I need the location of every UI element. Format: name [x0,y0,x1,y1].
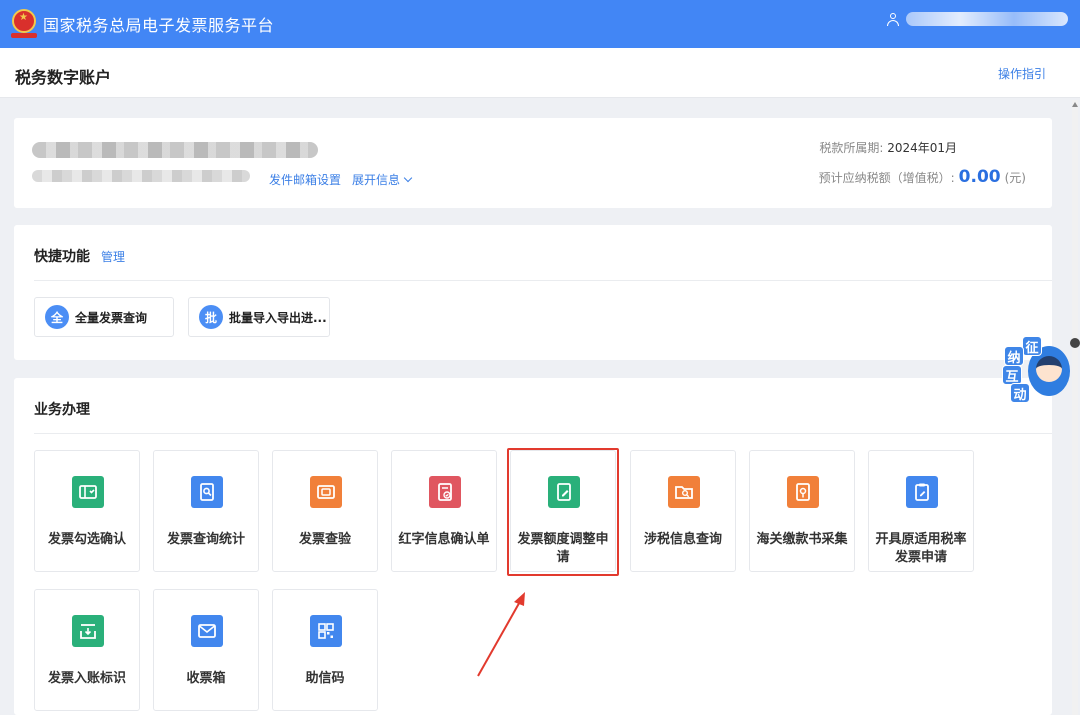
page-title: 税务数字账户 [15,64,111,88]
user-name-redacted [906,12,1068,26]
ticket-check-icon [72,476,104,508]
quick-badge: 批 [199,305,223,329]
tax-period: 税款所属期: 2024年01月 [819,139,957,156]
tile-original-rate-invoice-apply[interactable]: 开具原适用税率发票申请 [868,450,974,572]
tax-emblem-icon: ★ [11,9,37,39]
tile-invoice-accounting-mark[interactable]: 发票入账标识 [34,589,140,711]
business-panel: 业务办理 发票勾选确认 发票查询统计 发票查验 红字信息确认单 发票额度调整申请 [14,378,1052,715]
period-value: 2024年01月 [887,141,957,155]
quick-badge: 全 [45,305,69,329]
tile-red-letter-confirm[interactable]: 红字信息确认单 [391,450,497,572]
tax-label: 预计应纳税额（增值税）: [819,169,955,186]
scroll-handle[interactable] [1070,338,1080,348]
clipboard-edit-icon [906,476,938,508]
tile-tax-info-query[interactable]: 涉税信息查询 [630,450,736,572]
business-title: 业务办理 [34,399,90,419]
assistant-char: 征 [1022,336,1042,356]
tile-assist-credit-code[interactable]: 助信码 [272,589,378,711]
edit-document-icon [548,476,580,508]
tile-label: 开具原适用税率发票申请 [873,531,969,567]
tax-unit: (元) [1005,169,1026,186]
tile-label: 发票查询统计 [158,531,254,549]
company-name-redacted [32,142,318,158]
tile-invoice-selection-confirm[interactable]: 发票勾选确认 [34,450,140,572]
quick-item-label: 全量发票查询 [75,309,147,326]
inbox-download-icon [72,615,104,647]
estimated-tax: 预计应纳税额（增值税）: 0.00 (元) [819,167,1026,187]
quick-item-label: 批量导入导出进... [229,309,327,326]
tile-label: 发票勾选确认 [39,531,135,549]
tax-value: 0.00 [959,167,1001,187]
top-bar: ★ 国家税务总局电子发票服务平台 [0,0,1080,48]
app-title: 国家税务总局电子发票服务平台 [43,12,274,36]
mail-icon [191,615,223,647]
mail-setting-link[interactable]: 发件邮箱设置 [269,171,341,188]
account-panel: 发件邮箱设置 展开信息 税款所属期: 2024年01月 预计应纳税额（增值税）:… [14,118,1052,208]
tile-customs-payment-collect[interactable]: 海关缴款书采集 [749,450,855,572]
scroll-up-icon[interactable] [1072,102,1078,107]
tile-invoice-quota-adjust[interactable]: 发票额度调整申请 [510,450,616,572]
quick-functions-title: 快捷功能 [34,246,90,266]
manage-link[interactable]: 管理 [101,248,125,265]
period-label: 税款所属期: [819,141,883,155]
user-menu[interactable] [886,12,1068,26]
chevron-down-icon [404,174,412,182]
expand-info-link[interactable]: 展开信息 [352,171,411,188]
tile-label: 收票箱 [158,670,254,688]
tile-label: 海关缴款书采集 [754,531,850,549]
ticket-verify-icon [310,476,342,508]
quick-functions-panel: 快捷功能 管理 全 全量发票查询 批 批量导入导出进... [14,225,1052,360]
assistant-char: 动 [1010,383,1030,403]
quick-item-full-invoice-query[interactable]: 全 全量发票查询 [34,297,174,337]
assistant-widget[interactable]: 征 纳 互 动 [1000,338,1074,404]
guide-link[interactable]: 操作指引 [998,65,1046,82]
assistant-char: 互 [1002,365,1022,385]
assistant-head [1036,356,1062,382]
user-icon [886,12,900,26]
tile-receipt-box[interactable]: 收票箱 [153,589,259,711]
quick-item-batch-import-export[interactable]: 批 批量导入导出进... [188,297,330,337]
red-letter-confirm-icon [429,476,461,508]
tile-label: 涉税信息查询 [635,531,731,549]
tile-invoice-query-stats[interactable]: 发票查询统计 [153,450,259,572]
assistant-char: 纳 [1004,346,1024,366]
tax-id-redacted [32,170,250,182]
qr-code-icon [310,615,342,647]
document-search-icon [191,476,223,508]
tile-invoice-verify[interactable]: 发票查验 [272,450,378,572]
divider [34,280,1052,281]
sub-header: 税务数字账户 操作指引 [0,48,1080,98]
expand-info-label: 展开信息 [352,173,400,187]
tile-label: 红字信息确认单 [396,531,492,549]
tile-label: 助信码 [277,670,373,688]
customs-doc-icon [787,476,819,508]
tile-label: 发票入账标识 [39,670,135,688]
divider [34,433,1052,434]
tile-label: 发票额度调整申请 [515,531,611,567]
tile-label: 发票查验 [277,531,373,549]
folder-search-icon [668,476,700,508]
scrollbar[interactable] [1072,100,1078,715]
